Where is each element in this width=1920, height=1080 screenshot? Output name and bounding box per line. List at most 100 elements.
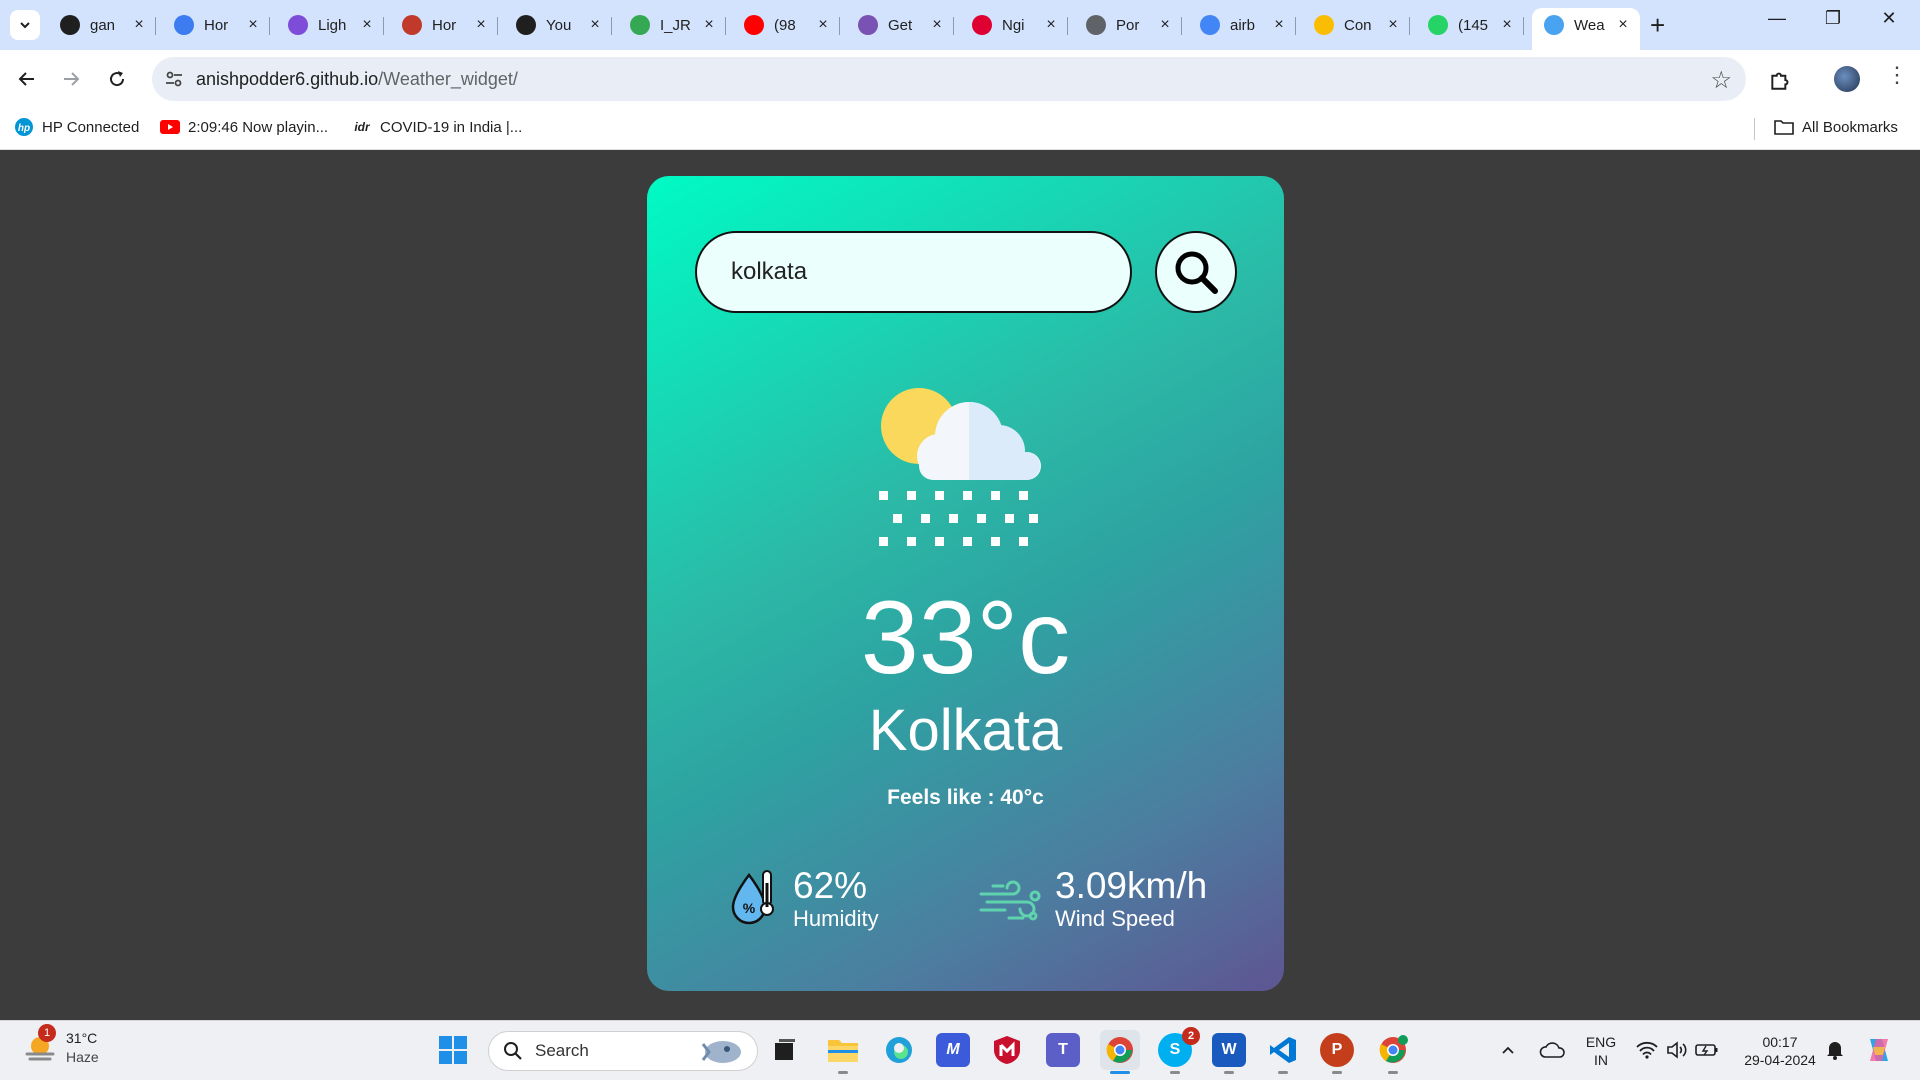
more-menu-icon[interactable]: ⋮ xyxy=(1886,64,1908,86)
tab-title: Por xyxy=(1116,16,1140,34)
forward-button[interactable] xyxy=(58,66,84,92)
browser-tab[interactable]: airb × xyxy=(1188,8,1296,42)
temperature: 33°c xyxy=(860,580,1071,696)
clock[interactable]: 00:17 29-04-2024 xyxy=(1738,1033,1822,1069)
bookmark-label: HP Connected xyxy=(42,118,140,136)
browser-tab[interactable]: Con × xyxy=(1302,8,1410,42)
bookmark-star-icon[interactable]: ☆ xyxy=(1710,66,1732,95)
browser-tab[interactable]: I_JR × xyxy=(618,8,726,42)
tab-close-icon[interactable]: × xyxy=(472,16,490,34)
battery-icon[interactable] xyxy=(1694,1033,1720,1067)
bookmark-youtube[interactable]: 2:09:46 Now playin... xyxy=(160,118,328,136)
city-search-input[interactable] xyxy=(695,231,1132,313)
all-bookmarks-button[interactable]: All Bookmarks xyxy=(1774,118,1898,136)
search-button[interactable] xyxy=(1155,231,1237,313)
browser-tab[interactable]: Wea × xyxy=(1532,8,1640,50)
tab-close-icon[interactable]: × xyxy=(700,16,718,34)
tab-close-icon[interactable]: × xyxy=(1384,16,1402,34)
browser-tab[interactable]: Hor × xyxy=(162,8,270,42)
browser-tab[interactable]: (98 × xyxy=(732,8,840,42)
powerpoint-icon[interactable]: P xyxy=(1320,1033,1354,1067)
tab-close-icon[interactable]: × xyxy=(928,16,946,34)
browser-tab[interactable]: Por × xyxy=(1074,8,1182,42)
arrow-right-icon xyxy=(64,72,80,86)
notification-bell-icon[interactable] xyxy=(1822,1033,1848,1067)
language-bottom: IN xyxy=(1594,1052,1608,1068)
taskbar-search-box[interactable]: Search xyxy=(488,1031,758,1071)
tab-close-icon[interactable]: × xyxy=(814,16,832,34)
back-button[interactable] xyxy=(14,66,40,92)
maths-app-icon[interactable]: M xyxy=(936,1033,970,1067)
wind-label: Wind Speed xyxy=(1055,906,1175,931)
extensions-icon[interactable] xyxy=(1768,66,1794,92)
windows-start-button[interactable] xyxy=(436,1033,470,1067)
word-icon[interactable]: W xyxy=(1212,1033,1246,1067)
new-tab-button[interactable]: + xyxy=(1650,12,1665,38)
tab-search-button[interactable] xyxy=(10,10,40,40)
tab-title: Con xyxy=(1344,16,1372,34)
tab-title: I_JR xyxy=(660,16,691,34)
chrome-profile-icon[interactable] xyxy=(1376,1033,1410,1067)
profile-avatar[interactable] xyxy=(1834,66,1860,92)
github-icon xyxy=(516,15,536,35)
edge-icon[interactable] xyxy=(882,1033,916,1067)
restore-button[interactable]: ❐ xyxy=(1818,8,1848,29)
language-indicator[interactable]: ENG IN xyxy=(1580,1033,1622,1069)
chrome-active-icon[interactable] xyxy=(1100,1030,1140,1070)
tab-title: Ngi xyxy=(1002,16,1025,34)
show-hidden-icons-chevron-icon[interactable] xyxy=(1496,1033,1520,1067)
tab-close-icon[interactable]: × xyxy=(1042,16,1060,34)
tab-title: Wea xyxy=(1574,16,1605,34)
teams-icon[interactable]: T xyxy=(1046,1033,1080,1067)
tab-close-icon[interactable]: × xyxy=(1498,16,1516,34)
powerpoint-running-indicator xyxy=(1332,1071,1342,1074)
site-settings-icon[interactable] xyxy=(164,69,184,89)
address-bar[interactable]: anishpodder6.github.io/Weather_widget/ ☆ xyxy=(152,57,1746,101)
taskbar-weather-widget[interactable]: 1 31°C Haze xyxy=(24,1024,99,1067)
browser-tab[interactable]: gan × xyxy=(48,8,156,42)
tab-close-icon[interactable]: × xyxy=(586,16,604,34)
tab-close-icon[interactable]: × xyxy=(1156,16,1174,34)
language-top: ENG xyxy=(1585,1034,1617,1050)
taskbar-weather-temp: 31°C xyxy=(66,1030,98,1046)
wifi-icon[interactable] xyxy=(1634,1033,1660,1067)
bookmark-hp-connected[interactable]: hp HP Connected xyxy=(14,118,139,136)
bookmark-covid[interactable]: idr COVID-19 in India |... xyxy=(352,118,522,136)
tab-close-icon[interactable]: × xyxy=(1270,16,1288,34)
tab-title: airb xyxy=(1230,16,1256,34)
tab-title: Hor xyxy=(432,16,457,34)
weather-tab-icon xyxy=(1544,15,1564,35)
browser-tab[interactable]: Get × xyxy=(846,8,954,42)
wind-icon xyxy=(979,880,1041,921)
tab-strip: gan × Hor × Ligh × Hor × You × I_JR × (98 × Get × Ngi × Po… xyxy=(0,0,1920,50)
browser-tab[interactable]: You × xyxy=(504,8,612,42)
close-window-button[interactable]: ✕ xyxy=(1874,8,1904,29)
github-icon xyxy=(60,15,80,35)
tab-close-icon[interactable]: × xyxy=(244,16,262,34)
file-explorer-icon[interactable] xyxy=(826,1033,860,1067)
svg-text:%: % xyxy=(743,900,756,916)
volume-icon[interactable] xyxy=(1664,1033,1690,1067)
browser-tab[interactable]: Ngi × xyxy=(960,8,1068,42)
chevron-down-icon xyxy=(20,22,30,29)
browser-tab[interactable]: Hor × xyxy=(390,8,498,42)
minimize-button[interactable]: — xyxy=(1762,8,1792,29)
folder-icon xyxy=(1774,118,1794,136)
clock-date: 29-04-2024 xyxy=(1744,1052,1816,1068)
idr-icon: idr xyxy=(354,120,370,134)
mcafee-icon[interactable] xyxy=(990,1033,1024,1067)
skype-icon[interactable]: S 2 xyxy=(1158,1027,1200,1067)
browser-tab[interactable]: (145 × xyxy=(1416,8,1524,42)
onedrive-icon[interactable] xyxy=(1534,1033,1570,1067)
vscode-icon[interactable] xyxy=(1266,1033,1300,1067)
c-logo-icon xyxy=(174,15,194,35)
reload-button[interactable] xyxy=(104,66,130,92)
tab-close-icon[interactable]: × xyxy=(1614,16,1632,34)
tab-close-icon[interactable]: × xyxy=(130,16,148,34)
copilot-icon[interactable] xyxy=(1862,1033,1896,1067)
url-text[interactable]: anishpodder6.github.io/Weather_widget/ xyxy=(196,69,518,90)
task-view-icon[interactable] xyxy=(768,1033,802,1067)
browser-tab[interactable]: Ligh × xyxy=(276,8,384,42)
taskbar-search-label: Search xyxy=(535,1041,589,1060)
tab-close-icon[interactable]: × xyxy=(358,16,376,34)
